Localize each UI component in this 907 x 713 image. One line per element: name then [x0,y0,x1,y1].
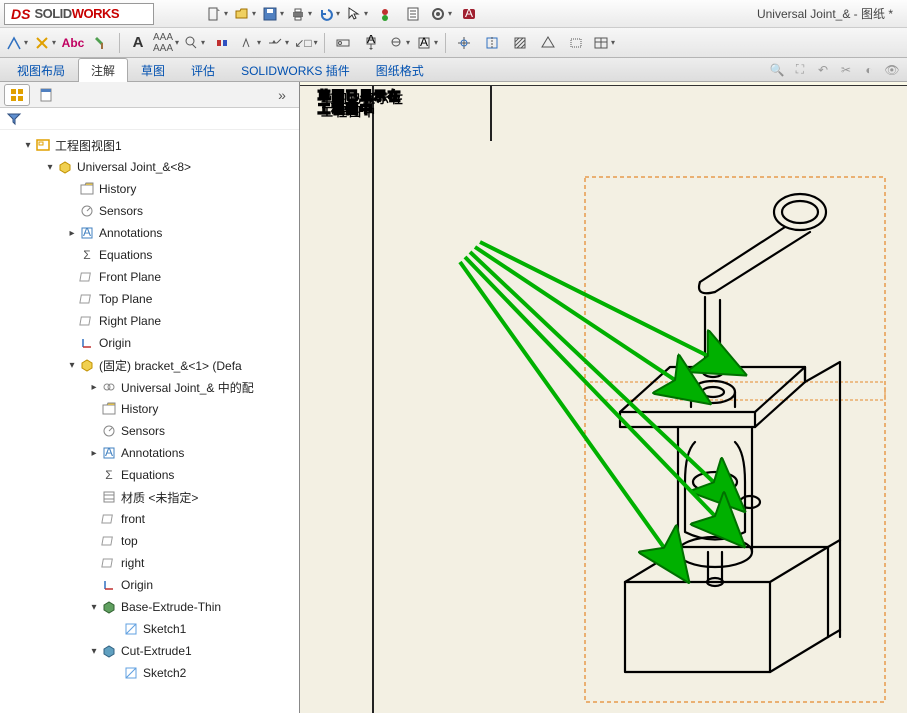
tree-mates[interactable]: ▸Universal Joint_& 中的配 [0,376,299,398]
tab-evaluate[interactable]: 评估 [178,58,228,82]
save-button[interactable] [260,3,286,25]
centermark-button[interactable] [451,31,477,55]
document-title: Universal Joint_& - 图纸 * [757,5,893,22]
centerline-button[interactable] [479,31,505,55]
weld-symbol-button[interactable] [265,31,291,55]
tree-annotations[interactable]: ▸AAnnotations [0,222,299,244]
tree-sketch1[interactable]: Sketch1 [0,618,299,640]
undo-button[interactable] [316,3,342,25]
datum-feature-button[interactable]: A [358,31,384,55]
select-button[interactable] [344,3,370,25]
tree-history2[interactable]: History [0,398,299,420]
zoom-fit-icon[interactable]: 🔍 [766,60,788,80]
feature-manager-tab[interactable] [4,84,30,106]
svg-text:Σ: Σ [105,468,112,482]
area-hatch-button[interactable] [507,31,533,55]
spell-check-button[interactable]: Abc [60,31,86,55]
datum-target-button[interactable] [386,31,412,55]
tree-bracket-part[interactable]: ▾(固定) bracket_&<1> (Defa [0,354,299,376]
tree-front-plane[interactable]: Front Plane [0,266,299,288]
new-button[interactable] [204,3,230,25]
tree-annotations2[interactable]: ▸AAnnotations [0,442,299,464]
view-heads-up-toolbar: 🔍 ⛶ ↶ ✂ ◐ 👁 [766,58,907,81]
feature-manager-pane: » ▾工程图视图1 ▾Universal Joint_&<8> History … [0,82,300,713]
app-logo: DS SOLIDWORKS [4,3,154,25]
tree-base-extrude[interactable]: ▾Base-Extrude-Thin [0,596,299,618]
tree-top-plane[interactable]: Top Plane [0,288,299,310]
tree-filter-row [0,108,299,130]
tree-sensors[interactable]: Sensors [0,200,299,222]
svg-text:Σ: Σ [83,248,90,262]
tab-annotate[interactable]: 注解 [78,58,128,82]
tree-cut-extrude[interactable]: ▾Cut-Extrude1 [0,640,299,662]
tab-addins[interactable]: SOLIDWORKS 插件 [228,58,363,82]
quick-access-toolbar: A [204,3,482,25]
command-toolbar: Abc A AAAAAA ↙□ A A [0,28,907,58]
tree-top[interactable]: top [0,530,299,552]
tree-sketch2[interactable]: Sketch2 [0,662,299,684]
tab-view-layout[interactable]: 视图布局 [4,58,78,82]
command-manager-tabs: 视图布局 注解 草图 评估 SOLIDWORKS 插件 图纸格式 🔍 ⛶ ↶ ✂… [0,58,907,82]
tables-button[interactable] [591,31,617,55]
tree-history[interactable]: History [0,178,299,200]
feature-tree: ▾工程图视图1 ▾Universal Joint_&<8> History Se… [0,130,299,713]
rebuild-button[interactable] [372,3,398,25]
tree-right-plane[interactable]: Right Plane [0,310,299,332]
svg-text:A: A [83,225,91,239]
tab-sheet-format[interactable]: 图纸格式 [363,58,437,82]
svg-text:A: A [420,35,428,49]
hole-callout-button[interactable]: ↙□ [293,31,319,55]
smart-dimension-button[interactable] [4,31,30,55]
tree-material[interactable]: 材质 <未指定> [0,486,299,508]
revision-symbol-button[interactable] [535,31,561,55]
ds-logo-icon: DS [11,6,30,22]
section-view-icon[interactable]: ✂ [835,60,857,80]
geometric-tolerance-button[interactable] [330,31,356,55]
tree-equations[interactable]: ΣEquations [0,244,299,266]
tree-origin2[interactable]: Origin [0,574,299,596]
tree-root[interactable]: ▾工程图视图1 [0,134,299,156]
access-db-icon[interactable]: A [456,3,482,25]
title-bar: DS SOLIDWORKS A Universal Joint_& - 图纸 * [0,0,907,28]
drawing-canvas[interactable]: 草图已显示在 工程图中 [300,82,907,713]
tree-assembly[interactable]: ▾Universal Joint_&<8> [0,156,299,178]
revision-cloud-button[interactable] [563,31,589,55]
zoom-area-icon[interactable]: ⛶ [789,60,811,80]
format-painter-button[interactable] [88,31,114,55]
filter-icon[interactable] [6,111,22,127]
tree-front[interactable]: front [0,508,299,530]
print-button[interactable] [288,3,314,25]
options-button[interactable] [428,3,454,25]
model-items-button[interactable] [32,31,58,55]
surface-finish-button[interactable] [237,31,263,55]
manager-pane-tabs: » [0,82,299,108]
svg-text:A: A [105,445,113,459]
tab-sketch[interactable]: 草图 [128,58,178,82]
balloon-button[interactable] [181,31,207,55]
tree-equations2[interactable]: ΣEquations [0,464,299,486]
tree-right[interactable]: right [0,552,299,574]
display-style-icon[interactable]: ◐ [858,60,880,80]
annotation-overlay-text: 草图已显示在 工程图中 [318,90,402,115]
tree-sensors2[interactable]: Sensors [0,420,299,442]
expand-tree-button[interactable]: » [269,84,295,106]
property-manager-tab[interactable] [33,84,59,106]
block-button[interactable]: A [414,31,440,55]
tree-origin[interactable]: Origin [0,332,299,354]
magnetic-line-button[interactable] [209,31,235,55]
hide-show-icon[interactable]: 👁 [881,60,903,80]
prev-view-icon[interactable]: ↶ [812,60,834,80]
file-properties-button[interactable] [400,3,426,25]
drawing-svg [300,82,907,713]
open-button[interactable] [232,3,258,25]
linear-pattern-button[interactable]: AAAAAA [153,31,179,55]
svg-text:A: A [465,6,473,20]
note-button[interactable]: A [125,31,151,55]
